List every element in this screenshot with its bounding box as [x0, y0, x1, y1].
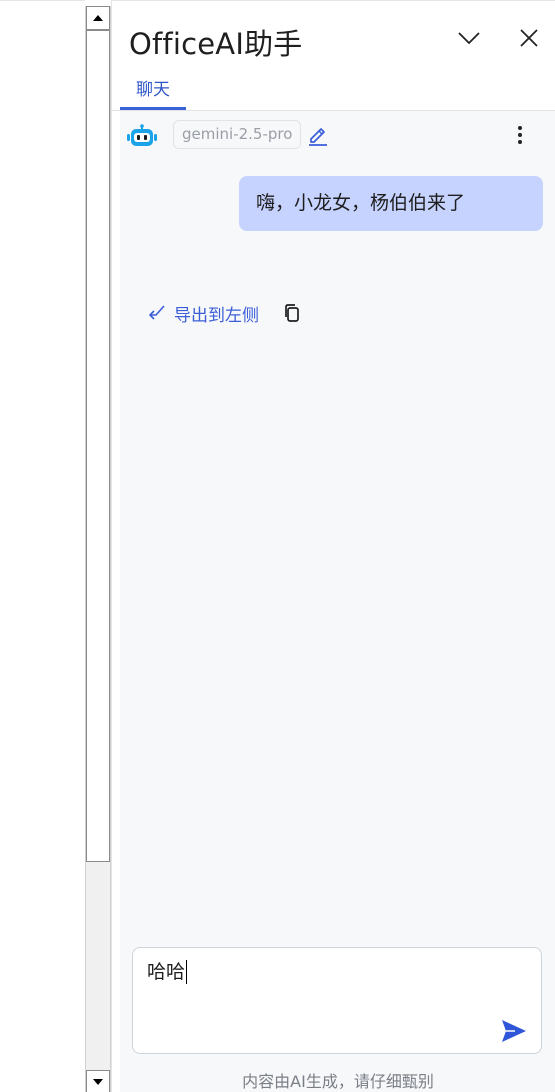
close-icon: [520, 29, 538, 47]
robot-icon: [127, 124, 157, 146]
copy-icon[interactable]: [283, 303, 301, 323]
text-caret: [186, 960, 188, 984]
tab-bar: 聊天: [112, 67, 555, 111]
scroll-up-button[interactable]: [86, 6, 110, 30]
more-vertical-icon[interactable]: [510, 122, 530, 148]
vertical-scrollbar[interactable]: [85, 6, 111, 1092]
arrow-down-icon: [93, 1079, 103, 1085]
chevron-down-icon: [458, 32, 480, 45]
message-input[interactable]: 哈哈: [147, 958, 527, 986]
send-icon[interactable]: [499, 1016, 529, 1046]
assistant-panel: OfficeAI助手 聊天 gemini-2.5-pro 嗨，小龙女，杨伯伯来了…: [111, 0, 555, 1092]
collapse-button[interactable]: [456, 25, 482, 51]
panel-title: OfficeAI助手: [129, 27, 303, 61]
message-actions: 导出到左侧: [146, 299, 301, 327]
message-input-value: 哈哈: [147, 961, 186, 983]
export-to-left-button[interactable]: 导出到左侧: [146, 301, 259, 326]
scroll-down-button[interactable]: [86, 1070, 110, 1092]
reply-arrow-icon: [149, 305, 165, 320]
dot: [518, 140, 522, 144]
user-message-bubble: 嗨，小龙女，杨伯伯来了: [239, 176, 543, 231]
model-selector[interactable]: gemini-2.5-pro: [173, 120, 302, 149]
disclaimer-text: 内容由AI生成，请仔细甄别: [242, 1072, 434, 1091]
dot: [518, 133, 522, 137]
arrow-up-icon: [93, 15, 103, 21]
model-bar: gemini-2.5-pro: [120, 117, 555, 153]
export-label: 导出到左侧: [174, 305, 259, 326]
chat-area: gemini-2.5-pro 嗨，小龙女，杨伯伯来了 导出到左侧 哈哈 内容由A…: [120, 111, 555, 1092]
dot: [518, 126, 522, 130]
document-area[interactable]: [0, 0, 85, 1092]
message-input-box[interactable]: 哈哈: [132, 947, 542, 1054]
tab-chat[interactable]: 聊天: [120, 67, 186, 110]
pencil-icon[interactable]: [307, 124, 329, 146]
close-button[interactable]: [516, 25, 542, 51]
scrollbar-thumb[interactable]: [86, 30, 110, 862]
app-window: OfficeAI助手 聊天 gemini-2.5-pro 嗨，小龙女，杨伯伯来了…: [0, 0, 555, 1092]
